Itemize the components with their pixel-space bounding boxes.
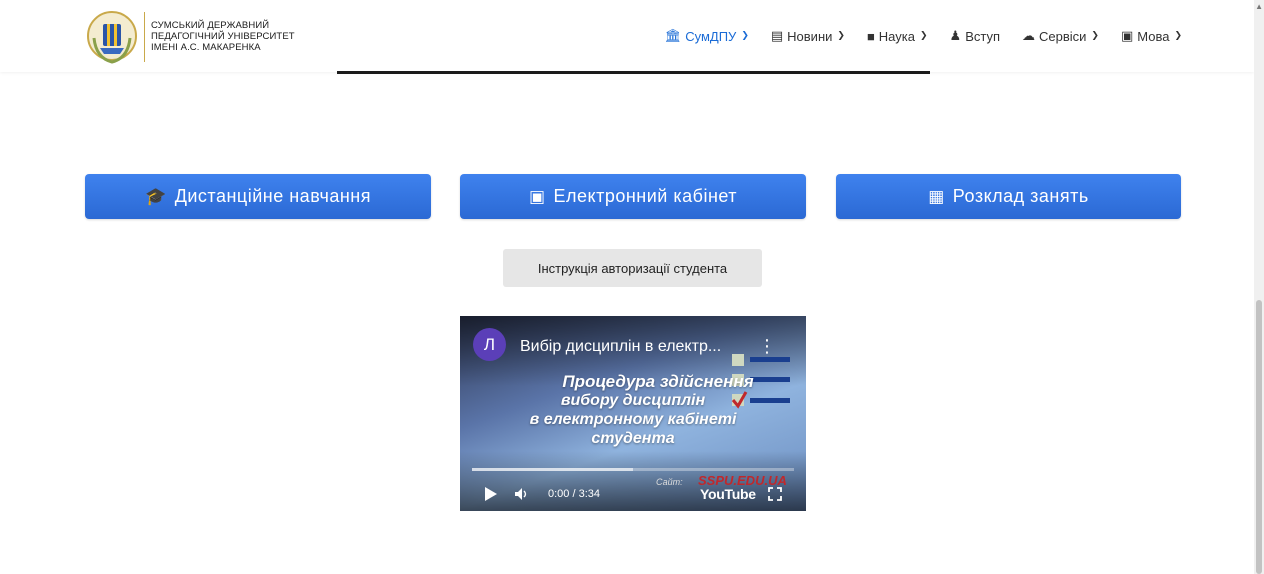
button-label: Розклад занять xyxy=(952,186,1089,206)
chevron-down-icon: ❯ xyxy=(1174,29,1182,40)
university-crest-icon xyxy=(87,11,137,64)
scroll-up-icon[interactable]: ▲ xyxy=(1255,2,1263,11)
volume-icon[interactable] xyxy=(514,487,528,501)
fullscreen-icon[interactable] xyxy=(768,487,782,501)
electronic-cabinet-button[interactable]: ▣ Електронний кабінет xyxy=(460,174,806,219)
id-card-icon: ▣ xyxy=(528,186,546,206)
caption-line-2: вибору дисциплін xyxy=(560,392,706,409)
chevron-down-icon: ❯ xyxy=(741,29,749,40)
site-header: СУМСЬКИЙ ДЕРЖАВНИЙ ПЕДАГОГІЧНИЙ УНІВЕРСИ… xyxy=(0,0,1254,72)
channel-avatar[interactable]: Л xyxy=(473,328,506,361)
chevron-down-icon: ❯ xyxy=(919,29,928,40)
nav-item-news[interactable]: ▤ Новини ❯ xyxy=(771,28,845,44)
site-label: Сайт: xyxy=(656,477,683,487)
graduate-icon: 🎓 xyxy=(145,186,167,206)
page-scrollbar[interactable]: ▲ xyxy=(1254,0,1264,574)
book-icon: ■ xyxy=(866,28,875,44)
cloud-icon: ☁ xyxy=(1022,28,1035,43)
nav-label: Вступ xyxy=(965,28,1000,44)
language-icon: ▣ xyxy=(1120,28,1134,43)
class-schedule-button[interactable]: ▦ Розклад занять xyxy=(836,174,1181,219)
newspaper-icon: ▤ xyxy=(770,28,784,43)
caption-line-1: Процедура здійснення xyxy=(562,372,754,391)
nav-label: Сервіси xyxy=(1039,28,1087,44)
nav-item-language[interactable]: ▣ Мова ❯ xyxy=(1121,28,1182,44)
caption-line-3: в електронному кабінеті xyxy=(529,411,737,428)
logo-line-3: ІМЕНІ А.С. МАКАРЕНКА xyxy=(151,42,261,53)
person-icon: ♟ xyxy=(949,28,962,43)
logo-divider xyxy=(144,12,145,62)
instruction-label: Інструкція авторизації студента xyxy=(537,260,728,276)
logo-line-2: ПЕДАГОГІЧНИЙ УНІВЕРСИТЕТ xyxy=(151,31,295,42)
chevron-down-icon: ❯ xyxy=(1091,29,1099,40)
video-controls: 0:00 / 3:34 Сайт: SSPU.EDU.UA YouTube xyxy=(460,473,806,507)
nav-item-services[interactable]: ☁ Сервіси ❯ xyxy=(1022,28,1099,44)
institution-icon: 🏛 xyxy=(664,28,682,43)
university-logo[interactable]: СУМСЬКИЙ ДЕРЖАВНИЙ ПЕДАГОГІЧНИЙ УНІВЕРСИ… xyxy=(86,10,295,66)
button-label: Електронний кабінет xyxy=(553,186,738,206)
nav-label: Мова xyxy=(1137,28,1170,44)
video-caption: Процедура здійснення вибору дисциплін в … xyxy=(460,372,806,448)
section-divider-bar xyxy=(337,71,930,74)
video-progress-buffer xyxy=(472,468,633,471)
video-title[interactable]: Вибір дисциплін в електр... xyxy=(520,338,721,356)
more-options-icon[interactable]: ⋮ xyxy=(758,336,776,357)
nav-item-admission[interactable]: ♟ Вступ xyxy=(950,28,1000,44)
calendar-icon: ▦ xyxy=(928,186,945,206)
video-time: 0:00 / 3:34 xyxy=(548,488,600,500)
video-player[interactable]: Л Вибір дисциплін в електр... ⋮ Процедур… xyxy=(460,316,806,511)
nav-label: СумДПУ xyxy=(685,28,737,44)
student-authorization-instruction-button[interactable]: Інструкція авторизації студента xyxy=(503,249,762,287)
nav-label: Наука xyxy=(878,28,915,44)
video-progress-bar[interactable] xyxy=(472,468,794,471)
play-icon[interactable] xyxy=(484,486,498,502)
nav-item-sumdpu[interactable]: 🏛 СумДПУ ❯ xyxy=(665,28,749,44)
button-label: Дистанційне навчання xyxy=(174,186,371,206)
chevron-down-icon: ❯ xyxy=(837,29,845,40)
logo-line-1: СУМСЬКИЙ ДЕРЖАВНИЙ xyxy=(151,20,270,31)
scrollbar-thumb[interactable] xyxy=(1256,300,1262,574)
main-nav: 🏛 СумДПУ ❯ ▤ Новини ❯ ■ Наука ❯ ♟ Вступ … xyxy=(643,28,1182,44)
youtube-logo[interactable]: YouTube xyxy=(700,486,756,502)
nav-item-science[interactable]: ■ Наука ❯ xyxy=(867,29,928,44)
nav-label: Новини xyxy=(787,28,833,44)
caption-line-4: студента xyxy=(591,430,675,447)
logo-text: СУМСЬКИЙ ДЕРЖАВНИЙ ПЕДАГОГІЧНИЙ УНІВЕРСИ… xyxy=(151,10,295,53)
distance-learning-button[interactable]: 🎓 Дистанційне навчання xyxy=(85,174,431,219)
avatar-letter: Л xyxy=(483,334,496,354)
